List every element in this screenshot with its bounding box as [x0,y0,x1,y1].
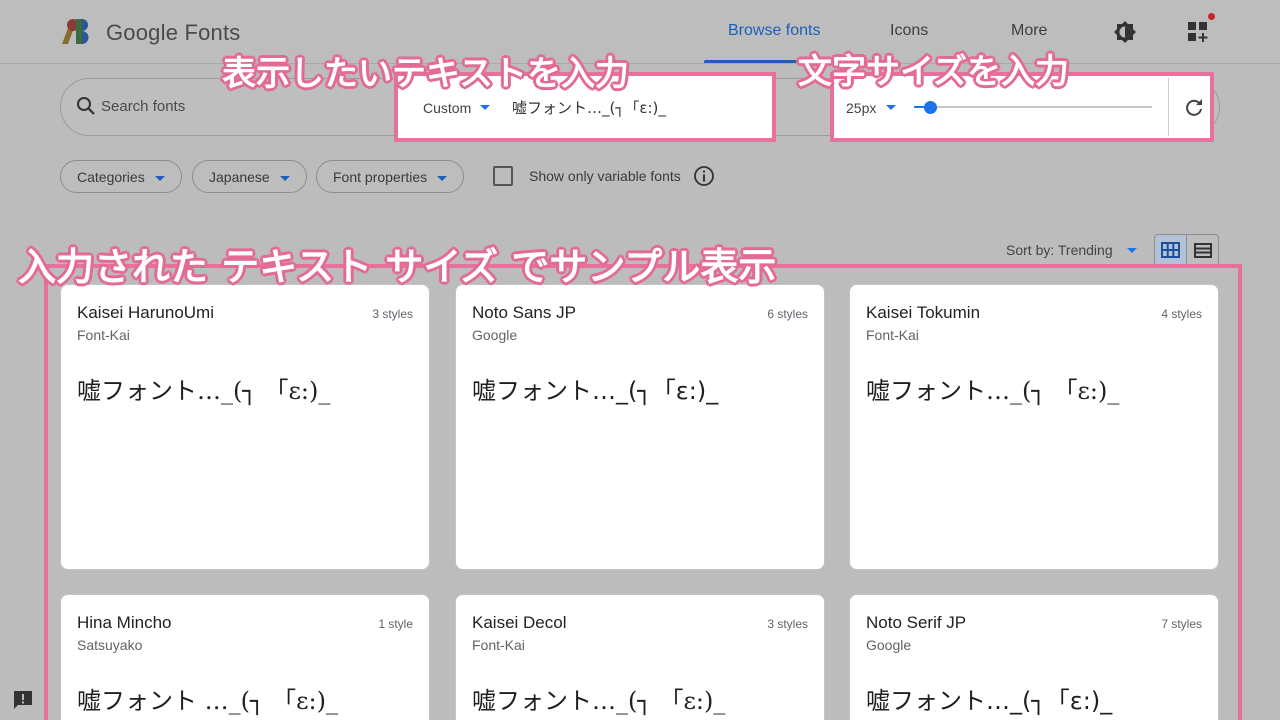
chip-label: Japanese [209,169,270,185]
nav-more[interactable]: More [1011,22,1047,40]
notification-dot [1208,13,1215,20]
selected-families-icon[interactable] [1186,20,1210,44]
variable-fonts-label[interactable]: Show only variable fonts [529,168,681,184]
grid-view-icon [1161,242,1180,258]
chevron-down-icon [154,175,165,181]
callout-cards: 入力された テキスト サイズ でサンプル表示 [18,245,777,289]
search-icon [77,97,95,115]
page: Google Fonts Browse fonts Icons More Sea… [0,0,1280,720]
chip-label: Categories [77,169,145,185]
nav-icons[interactable]: Icons [890,22,928,40]
chevron-down-icon [437,175,448,181]
sort-select[interactable]: Sort by: Trending [1006,242,1113,258]
info-icon[interactable] [693,165,715,187]
callout-sample-text: 表示したいテキストを入力 [222,54,629,94]
grid-view-button[interactable] [1154,234,1187,266]
filter-categories[interactable]: Categories [60,160,182,193]
chip-label: Font properties [333,169,428,185]
list-view-button[interactable] [1186,234,1219,266]
google-fonts-logo-icon[interactable] [62,18,92,44]
variable-fonts-checkbox[interactable] [493,166,513,186]
feedback-icon[interactable] [12,689,34,711]
search-input[interactable]: Search fonts [101,98,185,115]
theme-toggle-icon[interactable] [1114,21,1136,43]
chevron-down-icon [279,175,290,181]
app-title[interactable]: Google Fonts [106,20,240,46]
nav-browse-fonts[interactable]: Browse fonts [728,22,820,40]
callout-font-size: 文字サイズを入力 [798,52,1069,92]
highlight-cards [44,264,1242,720]
chevron-down-icon[interactable] [1127,248,1137,253]
filter-language[interactable]: Japanese [192,160,307,193]
list-view-icon [1194,243,1212,258]
filter-font-properties[interactable]: Font properties [316,160,465,193]
